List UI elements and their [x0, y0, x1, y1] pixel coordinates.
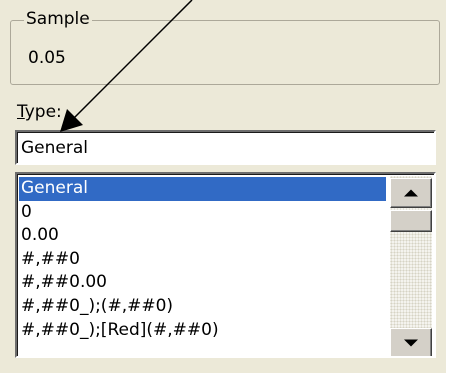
vertical-scrollbar[interactable] — [390, 176, 432, 356]
arrow-down-icon — [404, 339, 418, 347]
number-format-panel: Sample 0.05 Type: General General 0 0.00… — [0, 0, 450, 373]
sample-groupbox — [10, 20, 440, 85]
type-label-rest: ype: — [24, 102, 62, 122]
type-input[interactable]: General — [15, 130, 436, 165]
list-item-thousands-paren[interactable]: #,##0_);(#,##0) — [19, 295, 386, 319]
arrow-up-icon — [404, 189, 418, 197]
format-list-items: General 0 0.00 #,##0 #,##0.00 #,##0_);(#… — [19, 177, 386, 342]
type-label: Type: — [17, 102, 62, 122]
scroll-down-button[interactable] — [390, 328, 432, 356]
sample-legend: Sample — [24, 9, 92, 29]
list-item-thousands-red[interactable]: #,##0_);[Red](#,##0) — [19, 319, 386, 343]
list-item-thousands-decimal[interactable]: #,##0.00 — [19, 271, 386, 295]
scroll-up-button[interactable] — [390, 178, 432, 208]
list-item-0-00[interactable]: 0.00 — [19, 224, 386, 248]
list-item-thousands[interactable]: #,##0 — [19, 248, 386, 272]
scroll-thumb[interactable] — [390, 210, 432, 232]
sample-value: 0.05 — [28, 48, 66, 68]
type-label-mnemonic: T — [17, 102, 25, 122]
format-listbox[interactable]: General 0 0.00 #,##0 #,##0.00 #,##0_);(#… — [15, 172, 436, 358]
dialog-edge — [446, 0, 450, 373]
list-item-0[interactable]: 0 — [19, 201, 386, 225]
list-item-general[interactable]: General — [19, 177, 386, 201]
